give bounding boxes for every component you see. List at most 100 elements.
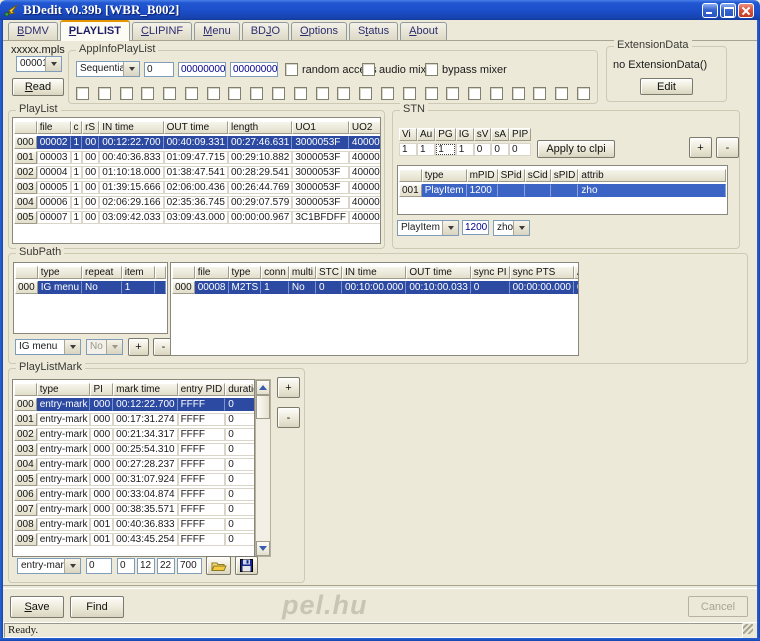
column-header[interactable]: file	[36, 121, 71, 134]
mpls-select[interactable]: 00001	[16, 56, 62, 72]
uo-flag-checkbox[interactable]	[380, 87, 394, 100]
table-cell[interactable]: M2TS	[228, 281, 262, 294]
table-cell[interactable]: 1	[70, 181, 83, 194]
column-header[interactable]: type	[228, 266, 262, 279]
table-cell[interactable]: 3000053F	[292, 196, 349, 209]
column-header[interactable]: OUT time	[406, 266, 471, 279]
table-cell[interactable]: 0	[225, 428, 254, 441]
table-cell[interactable]: 40000000	[348, 166, 380, 179]
table-cell[interactable]: 00:00:00.967	[227, 211, 293, 224]
column-header[interactable]: PI	[90, 383, 114, 396]
uo-flag-checkbox[interactable]	[511, 87, 525, 100]
column-header[interactable]: PG	[435, 128, 456, 141]
column-header[interactable]: sV	[473, 128, 492, 141]
table-row[interactable]: 006 entry-mark 000 00:33:04.874 FFFF 0	[14, 488, 254, 501]
column-header[interactable]	[14, 383, 37, 396]
column-header[interactable]: OUT time	[163, 121, 228, 134]
table-cell[interactable]: 00	[82, 166, 100, 179]
column-header[interactable]: sA	[491, 128, 510, 141]
table-cell[interactable]: 0	[225, 413, 254, 426]
table-cell[interactable]: 00	[82, 196, 100, 209]
uo-flag-checkbox[interactable]	[446, 87, 460, 100]
table-cell[interactable]: 000	[90, 503, 114, 516]
subplayitem-table[interactable]: file type conn multi STC IN time OUT time sync …	[170, 262, 579, 356]
table-cell[interactable]: No	[288, 281, 316, 294]
uo-flag-checkbox[interactable]	[76, 87, 89, 100]
table-row[interactable]: 008 entry-mark 001 00:40:36.833 FFFF 0	[14, 518, 254, 531]
subpath-table[interactable]: type repeat item 000 IG menu No 1	[13, 262, 168, 334]
column-header[interactable]: rS	[82, 121, 100, 134]
table-cell[interactable]: 00	[82, 181, 100, 194]
column-header[interactable]: SPid	[497, 169, 525, 182]
column-header[interactable]: UO1	[292, 121, 349, 134]
random-access-checkbox[interactable]	[285, 63, 298, 76]
table-cell[interactable]: 1	[435, 143, 456, 156]
row-header[interactable]: 001	[399, 184, 422, 197]
table-cell[interactable]: 00008	[194, 281, 229, 294]
table-cell[interactable]: 00:33:04.874	[113, 488, 178, 501]
table-row[interactable]: 000 IG menu No 1	[15, 281, 166, 294]
column-header[interactable]: duration	[225, 383, 254, 396]
tab-status[interactable]: Status	[348, 22, 399, 40]
playlist-table[interactable]: filecrSIN timeOUT timelengthUO1UO2An0000…	[12, 117, 381, 244]
mark-hour-input[interactable]: 0	[117, 558, 135, 574]
table-cell[interactable]: 0	[315, 281, 342, 294]
table-cell[interactable]: IG menu	[37, 281, 83, 294]
extension-edit-button[interactable]: Edit	[640, 78, 693, 95]
table-cell[interactable]: FFFF	[177, 428, 226, 441]
table-cell[interactable]: 03:09:42.033	[99, 211, 164, 224]
table-cell[interactable]: 01:38:47.541	[163, 166, 228, 179]
tab-bdmv[interactable]: BDMV	[8, 22, 58, 40]
table-cell[interactable]: 00:26:44.769	[227, 181, 293, 194]
row-header[interactable]: 003	[14, 443, 37, 456]
table-row[interactable]: 000 00008 M2TS 1 No 0 00:10:00.000 00:10:00.033…	[172, 281, 578, 294]
mark-ms-input[interactable]: 700	[177, 558, 202, 574]
subpath-add-button[interactable]: +	[128, 338, 149, 356]
table-cell[interactable]: 001	[90, 533, 114, 546]
column-header[interactable]: sPID	[550, 169, 579, 182]
row-header[interactable]: 003	[14, 181, 37, 194]
table-cell[interactable]: 000	[90, 473, 114, 486]
table-cell[interactable]: 1	[455, 143, 474, 156]
table-cell[interactable]: 3C1BFDFF	[292, 211, 349, 224]
table-cell[interactable]: zho	[578, 184, 726, 197]
column-header[interactable]: repeat	[82, 266, 122, 279]
table-cell[interactable]: 40000000	[348, 211, 380, 224]
chevron-down-icon[interactable]	[45, 57, 61, 71]
row-header[interactable]: 000	[15, 281, 38, 294]
column-header[interactable]	[14, 121, 37, 134]
table-cell[interactable]: 000	[90, 428, 114, 441]
table-cell[interactable]: 00005	[36, 181, 71, 194]
stn-stream-table[interactable]: type mPID SPid sCid sPID attrib 001 PlayItem 120…	[397, 165, 728, 215]
table-cell[interactable]: FFFF	[177, 443, 226, 456]
stn-add-button[interactable]: +	[689, 137, 712, 158]
column-header[interactable]: type	[36, 383, 91, 396]
table-cell[interactable]: 01:10:18.000	[99, 166, 164, 179]
table-row[interactable]: 1111000	[399, 143, 532, 156]
table-row[interactable]: 003 entry-mark 000 00:25:54.310 FFFF 0	[14, 443, 254, 456]
table-cell[interactable]: FFFF	[177, 488, 226, 501]
table-cell[interactable]: 00:00:00.000	[509, 281, 574, 294]
table-row[interactable]: 001 00003 1 00 00:40:36.833 01:09:47.715 00:29…	[14, 151, 380, 164]
uo-flag-checkbox[interactable]	[184, 87, 198, 100]
table-cell[interactable]: 1	[70, 151, 83, 164]
row-header[interactable]: 004	[14, 458, 37, 471]
subpath-type-select[interactable]: IG menu	[15, 339, 81, 355]
column-header[interactable]: length	[227, 121, 293, 134]
column-header[interactable]: c	[70, 121, 83, 134]
column-header[interactable]: entry PID	[177, 383, 226, 396]
table-cell[interactable]: 0	[225, 533, 254, 546]
column-header[interactable]: attrib	[578, 169, 726, 182]
uo-flag-checkbox[interactable]	[272, 87, 286, 100]
table-cell[interactable]: 0	[225, 458, 254, 471]
table-row[interactable]: 004 00006 1 00 02:06:29.166 02:35:36.745 00:29…	[14, 196, 380, 209]
table-cell[interactable]: 00:29:07.579	[227, 196, 293, 209]
table-cell[interactable]: FFFF	[177, 458, 226, 471]
table-cell[interactable]: 1	[70, 211, 83, 224]
table-row[interactable]: 005 00007 1 00 03:09:42.033 03:09:43.000 00:00…	[14, 211, 380, 224]
column-header[interactable]: IN time	[99, 121, 164, 134]
table-cell[interactable]: 01:39:15.666	[99, 181, 164, 194]
table-cell[interactable]: FFFF	[177, 473, 226, 486]
tab-menu[interactable]: Menu	[194, 22, 240, 40]
row-header[interactable]: 002	[14, 166, 37, 179]
